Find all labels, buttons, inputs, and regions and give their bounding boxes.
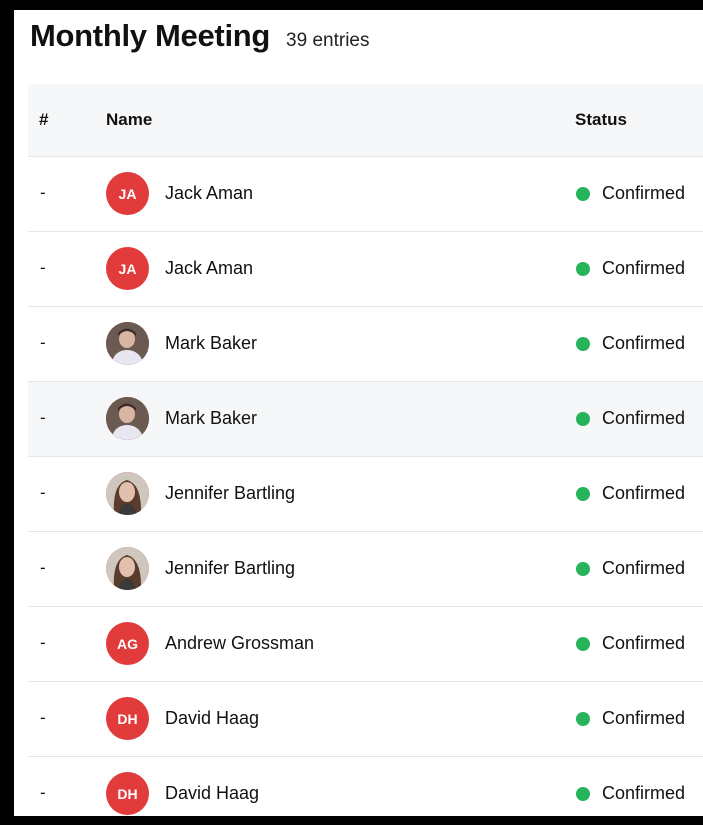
attendee-name[interactable]: Andrew Grossman xyxy=(165,633,314,654)
row-number: - xyxy=(40,183,46,202)
status-badge: Confirmed xyxy=(576,483,685,504)
avatar-photo-icon xyxy=(106,472,149,515)
column-header-number[interactable]: # xyxy=(39,110,48,130)
row-number: - xyxy=(40,708,46,727)
status-label: Confirmed xyxy=(602,183,686,203)
attendee-table: - JA Jack Aman Confirmed - JA Jack Aman … xyxy=(28,157,703,816)
avatar: JA xyxy=(106,172,149,215)
row-number: - xyxy=(40,783,46,802)
status-label: Confirmed xyxy=(602,783,686,803)
table-row[interactable]: - Jennifer Bartling Confirmed xyxy=(28,532,703,607)
status-badge: Confirmed xyxy=(576,783,685,804)
status-label: Confirmed xyxy=(602,333,686,353)
table-row[interactable]: - JA Jack Aman Confirmed xyxy=(28,232,703,307)
status-label: Confirmed xyxy=(602,408,686,428)
avatar: AG xyxy=(106,622,149,665)
row-number: - xyxy=(40,558,46,577)
status-badge: Confirmed xyxy=(576,258,685,279)
table-row[interactable]: - Jennifer Bartling Confirmed xyxy=(28,457,703,532)
page-title: Monthly Meeting xyxy=(30,18,271,53)
column-header-status[interactable]: Status xyxy=(575,110,627,130)
table-header: # Name Status xyxy=(28,84,703,157)
status-badge: Confirmed xyxy=(576,333,685,354)
status-label: Confirmed xyxy=(602,258,686,278)
status-dot-icon xyxy=(576,711,590,726)
attendee-name[interactable]: Jennifer Bartling xyxy=(165,558,295,579)
table-row[interactable]: - DH David Haag Confirmed xyxy=(28,682,703,757)
avatar-photo-icon xyxy=(106,397,149,440)
attendee-name[interactable]: Jack Aman xyxy=(165,183,253,204)
status-label: Confirmed xyxy=(602,633,686,653)
attendee-name[interactable]: Jack Aman xyxy=(165,258,253,279)
row-number: - xyxy=(40,333,46,352)
attendee-panel: Monthly Meeting 39 entries # Name Status… xyxy=(14,10,703,816)
table-row[interactable]: - JA Jack Aman Confirmed xyxy=(28,157,703,232)
table-row[interactable]: - Mark Baker Confirmed xyxy=(28,307,703,382)
status-dot-icon xyxy=(576,786,590,801)
table-row[interactable]: - AG Andrew Grossman Confirmed xyxy=(28,607,703,682)
avatar-photo-icon xyxy=(106,322,149,365)
avatar: JA xyxy=(106,247,149,290)
status-dot-icon xyxy=(576,336,590,351)
avatar: DH xyxy=(106,772,149,815)
status-label: Confirmed xyxy=(602,483,686,503)
row-number: - xyxy=(40,633,46,652)
status-badge: Confirmed xyxy=(576,558,685,579)
status-badge: Confirmed xyxy=(576,708,685,729)
status-label: Confirmed xyxy=(602,708,686,728)
status-dot-icon xyxy=(576,636,590,651)
status-label: Confirmed xyxy=(602,558,686,578)
status-dot-icon xyxy=(576,561,590,576)
avatar: DH xyxy=(106,697,149,740)
status-dot-icon xyxy=(576,186,590,201)
attendee-name[interactable]: Jennifer Bartling xyxy=(165,483,295,504)
avatar-photo-icon xyxy=(106,547,149,590)
attendee-name[interactable]: Mark Baker xyxy=(165,408,257,429)
status-badge: Confirmed xyxy=(576,183,685,204)
status-dot-icon xyxy=(576,411,590,426)
entry-count: 39 entries xyxy=(286,30,370,51)
status-dot-icon xyxy=(576,261,590,276)
status-dot-icon xyxy=(576,486,590,501)
row-number: - xyxy=(40,483,46,502)
status-badge: Confirmed xyxy=(576,633,685,654)
table-row[interactable]: - Mark Baker Confirmed xyxy=(28,382,703,457)
column-header-name[interactable]: Name xyxy=(106,110,152,130)
row-number: - xyxy=(40,258,46,277)
table-row[interactable]: - DH David Haag Confirmed xyxy=(28,757,703,816)
attendee-name[interactable]: David Haag xyxy=(165,783,259,804)
page-header: Monthly Meeting 39 entries xyxy=(30,18,370,54)
row-number: - xyxy=(40,408,46,427)
attendee-name[interactable]: David Haag xyxy=(165,708,259,729)
attendee-name[interactable]: Mark Baker xyxy=(165,333,257,354)
status-badge: Confirmed xyxy=(576,408,685,429)
